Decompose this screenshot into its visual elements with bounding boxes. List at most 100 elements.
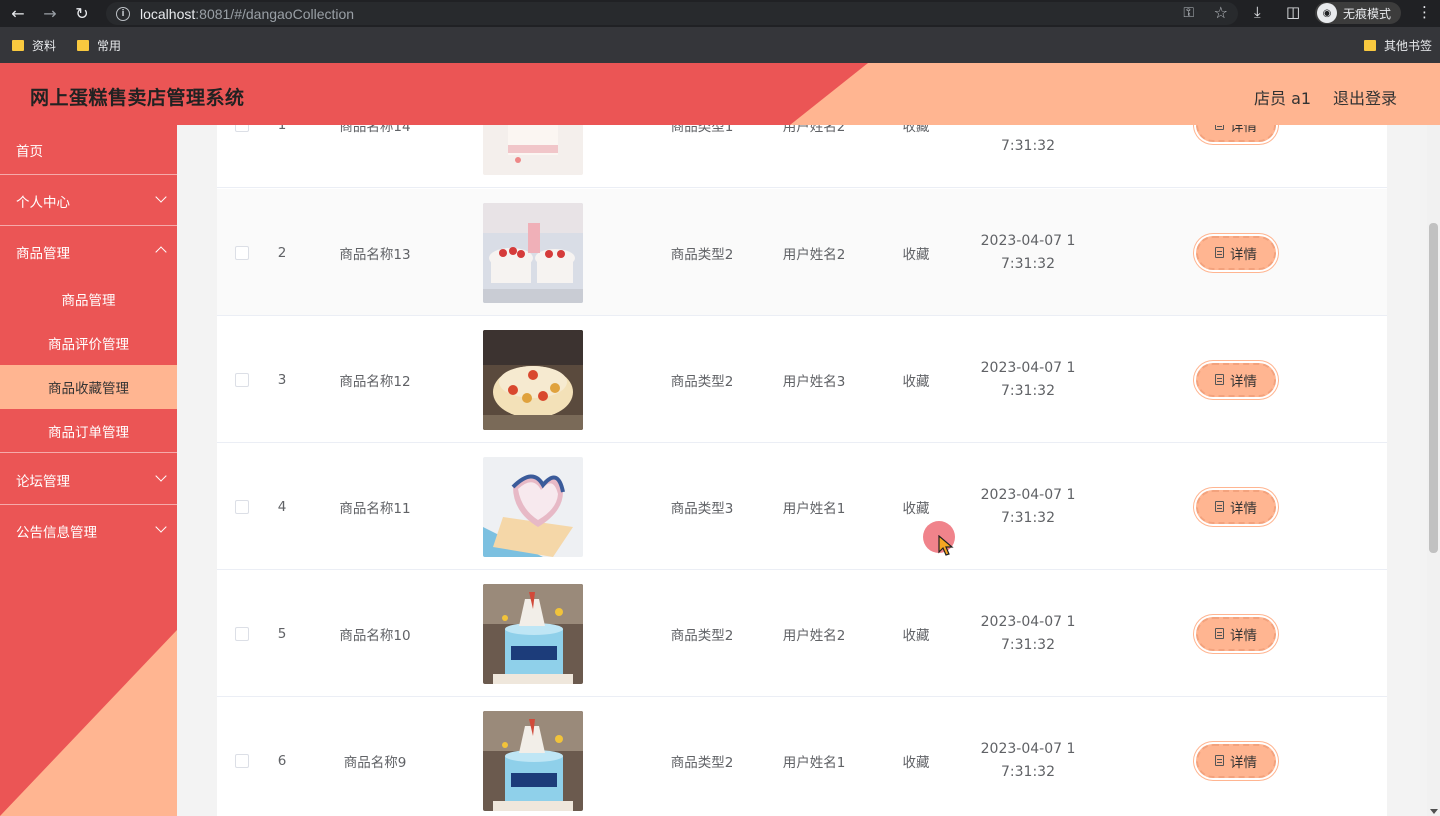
collection-type: 收藏 [902, 627, 930, 644]
scrollbar-thumb[interactable] [1429, 223, 1438, 553]
detail-button[interactable]: 详情 [1196, 125, 1276, 142]
sidebar-item-announcements[interactable]: 公告信息管理 [0, 506, 177, 556]
row-index: 6 [277, 752, 287, 769]
other-bookmarks[interactable]: 其他书签 [1364, 37, 1432, 54]
logout-button[interactable]: 退出登录 [1333, 85, 1397, 109]
folder-icon [1364, 40, 1376, 51]
incognito-label: 无痕模式 [1343, 6, 1392, 21]
detail-button[interactable]: 详情 [1196, 362, 1276, 397]
created-time: 2023-04-07 1 7:31:32 [980, 486, 1076, 526]
bookmark-folder[interactable]: 常用 [77, 37, 121, 54]
sidebar-item-personal-center[interactable]: 个人中心 [0, 176, 177, 226]
product-type: 商品类型2 [670, 373, 734, 390]
product-type: 商品类型3 [670, 500, 734, 517]
sidebar-item-home[interactable]: 首页 [0, 125, 177, 175]
forward-icon[interactable]: → [40, 3, 60, 23]
key-icon[interactable]: ⚿ [1183, 5, 1194, 21]
row-checkbox[interactable] [235, 245, 249, 260]
sidebar-item-product-management[interactable]: 商品管理 [0, 227, 177, 277]
page-scrollbar[interactable] [1427, 125, 1440, 816]
url-text: localhost:8081/#/dangaoCollection [140, 5, 355, 22]
table-row: 1 商品名称14 商品类型1 用户姓名2 收藏 7:31:32 详情 [217, 125, 1387, 188]
product-name: 商品名称9 [343, 754, 407, 771]
detail-button[interactable]: 详情 [1196, 616, 1276, 651]
product-name: 商品名称14 [339, 125, 411, 135]
folder-icon [77, 40, 89, 51]
document-icon [1215, 125, 1224, 130]
page-title: 网上蛋糕售卖店管理系统 [30, 87, 245, 109]
table-row: 4 商品名称11 商品类型3 用户姓名1 收藏 2023-04-07 1 7:31… [217, 443, 1387, 570]
product-image [483, 316, 583, 443]
product-name: 商品名称11 [339, 500, 411, 517]
collection-type: 收藏 [902, 373, 930, 390]
detail-button[interactable]: 详情 [1196, 743, 1276, 778]
sidebar-item-forum[interactable]: 论坛管理 [0, 455, 177, 505]
table-row: 3 商品名称12 商品类型2 用户姓名3 收藏 2023-04-07 1 7:31… [217, 316, 1387, 443]
info-icon[interactable]: i [116, 6, 130, 21]
table-row: 6 商品名称9 商品类型2 用户姓名1 收藏 2023-04-07 1 7:31:… [217, 697, 1387, 816]
row-checkbox[interactable] [235, 372, 249, 387]
row-checkbox[interactable] [235, 125, 249, 132]
sidebar-subitem-collections[interactable]: 商品收藏管理 [0, 365, 177, 409]
menu-icon[interactable]: ⋮ [1417, 3, 1432, 21]
document-icon [1215, 628, 1224, 639]
collection-type: 收藏 [902, 125, 930, 135]
product-type: 商品类型1 [670, 125, 734, 135]
product-image [483, 697, 583, 816]
row-index: 4 [277, 498, 287, 515]
row-index: 5 [277, 625, 287, 642]
chevron-up-icon [155, 246, 167, 258]
incognito-icon: ◉ [1317, 3, 1337, 23]
product-image [483, 443, 583, 570]
product-name: 商品名称12 [339, 373, 411, 390]
document-icon [1215, 374, 1224, 385]
user-name: 用户姓名1 [782, 500, 846, 517]
row-index: 2 [277, 244, 287, 261]
collection-type: 收藏 [902, 754, 930, 771]
reload-icon[interactable]: ↻ [72, 3, 92, 23]
sidebar-subitem-orders[interactable]: 商品订单管理 [0, 409, 177, 453]
row-checkbox[interactable] [235, 753, 249, 768]
main-content: 1 商品名称14 商品类型1 用户姓名2 收藏 7:31:32 详情 2 商品名… [177, 125, 1427, 816]
user-name: 用户姓名3 [782, 373, 846, 390]
row-checkbox[interactable] [235, 499, 249, 514]
product-image [483, 570, 583, 697]
bookmarks-bar: 资料 常用 其他书签 [0, 27, 1440, 63]
row-index: 3 [277, 371, 287, 388]
scroll-down-icon[interactable] [1430, 809, 1438, 814]
user-name: 用户姓名2 [782, 246, 846, 263]
product-name: 商品名称13 [339, 246, 411, 263]
product-name: 商品名称10 [339, 627, 411, 644]
created-time: 2023-04-07 1 7:31:32 [980, 613, 1076, 653]
bookmark-folder[interactable]: 资料 [12, 37, 56, 54]
chevron-down-icon [155, 470, 167, 482]
user-name: 用户姓名2 [782, 627, 846, 644]
sidebar: 首页 个人中心 商品管理 商品管理 商品评价管理 商品收藏管理 商品订单管理 论… [0, 125, 177, 816]
user-label: 店员 a1 [1254, 89, 1312, 108]
created-time: 2023-04-07 1 7:31:32 [980, 359, 1076, 399]
cursor-arrow-icon [938, 535, 954, 556]
sidebar-subitem-reviews[interactable]: 商品评价管理 [0, 321, 177, 365]
user-name: 用户姓名1 [782, 754, 846, 771]
download-icon[interactable]: ⤓ [1254, 3, 1261, 21]
address-bar[interactable]: i localhost:8081/#/dangaoCollection ⚿ ☆ [106, 2, 1238, 25]
back-icon[interactable]: ← [8, 3, 28, 23]
chevron-down-icon [155, 191, 167, 203]
star-icon[interactable]: ☆ [1214, 3, 1228, 22]
collection-table: 1 商品名称14 商品类型1 用户姓名2 收藏 7:31:32 详情 2 商品名… [217, 125, 1387, 816]
side-panel-icon[interactable]: ◫ [1286, 3, 1300, 21]
incognito-badge[interactable]: ◉ 无痕模式 [1315, 2, 1402, 24]
app-header: 网上蛋糕售卖店管理系统 店员 a1 退出登录 [0, 63, 1440, 125]
detail-button[interactable]: 详情 [1196, 235, 1276, 270]
detail-button[interactable]: 详情 [1196, 489, 1276, 524]
row-checkbox[interactable] [235, 626, 249, 641]
collection-type: 收藏 [902, 246, 930, 263]
product-type: 商品类型2 [670, 754, 734, 771]
row-index: 1 [267, 125, 297, 188]
document-icon [1215, 501, 1224, 512]
browser-toolbar: ← → ↻ i localhost:8081/#/dangaoCollectio… [0, 0, 1440, 27]
table-row: 5 商品名称10 商品类型2 用户姓名2 收藏 2023-04-07 1 7:31… [217, 570, 1387, 697]
sidebar-subitem-products[interactable]: 商品管理 [0, 277, 177, 321]
created-time: 7:31:32 [1001, 138, 1055, 154]
product-type: 商品类型2 [670, 246, 734, 263]
